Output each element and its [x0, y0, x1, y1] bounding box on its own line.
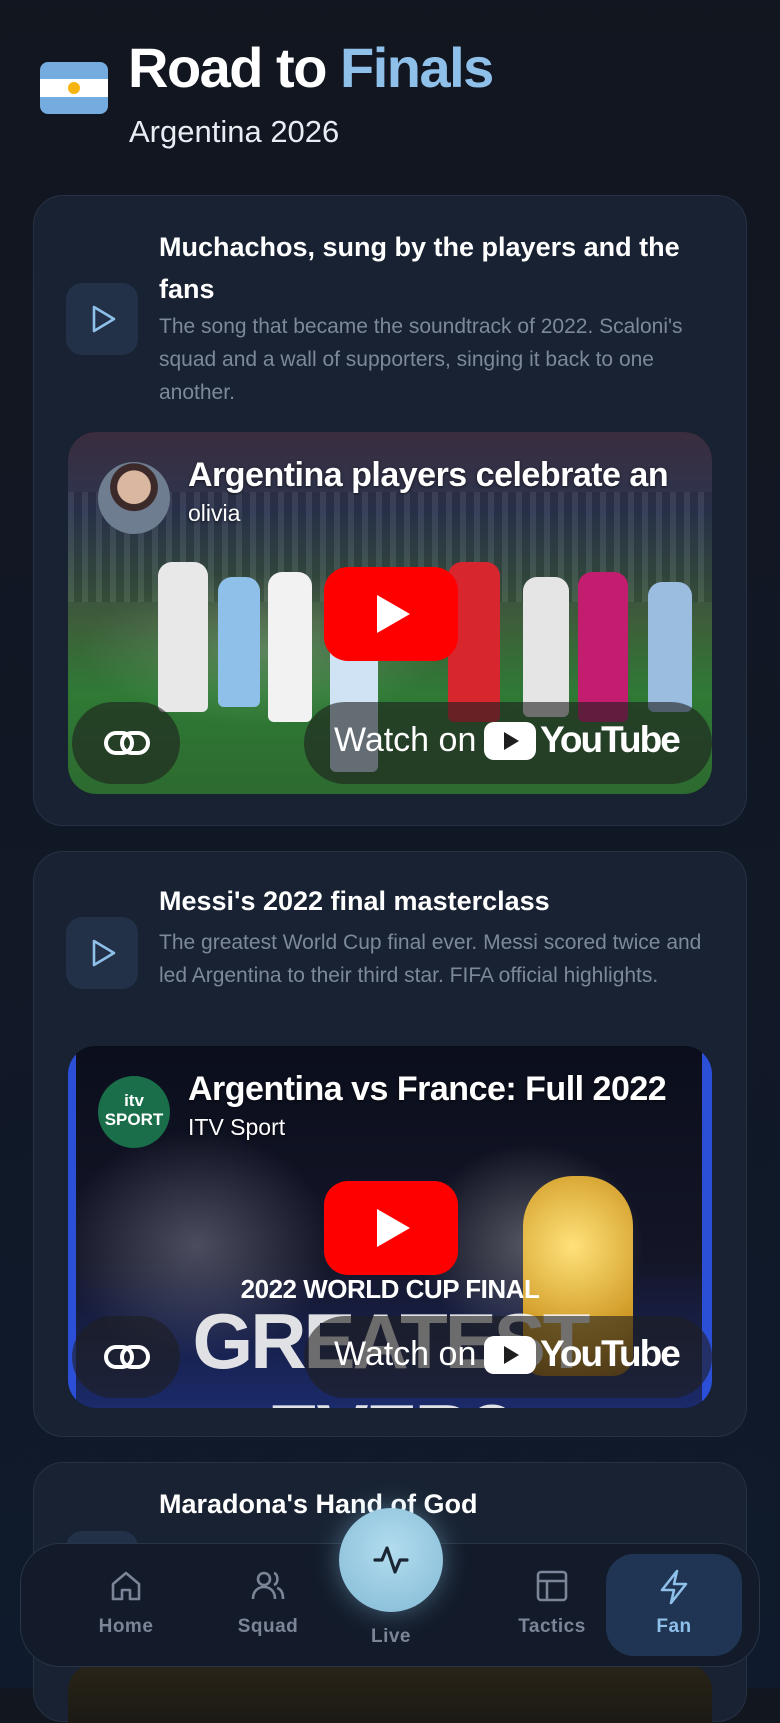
- watch-on-youtube-button[interactable]: Watch on YouTube: [304, 1316, 712, 1398]
- play-button[interactable]: [66, 283, 138, 355]
- layout-icon: [536, 1570, 568, 1602]
- nav-tactics-label: Tactics: [518, 1616, 586, 1637]
- video-channel[interactable]: ITV Sport: [188, 1114, 285, 1141]
- youtube-embed[interactable]: 2022 WORLD CUP FINAL GREATEST EVER? itv …: [68, 1046, 712, 1408]
- nav-live-label: Live: [370, 1626, 412, 1647]
- link-icon: [104, 1345, 150, 1369]
- watch-on-label: Watch on: [334, 721, 477, 759]
- bolt-icon: [660, 1569, 688, 1605]
- video-controls: Watch on YouTube: [68, 702, 712, 784]
- video-card: Muchachos, sung by the players and the f…: [33, 195, 747, 826]
- bottom-nav: Home Squad Live Tactics Fan: [20, 1508, 760, 1668]
- card-title: Maradona's Hand of God: [159, 1489, 478, 1519]
- page-title-part2: Finals: [339, 36, 494, 99]
- nav-home-label: Home: [98, 1616, 154, 1637]
- watch-on-youtube-button[interactable]: Watch on YouTube: [304, 702, 712, 784]
- youtube-logo-icon: [484, 722, 536, 760]
- play-icon: [92, 305, 116, 333]
- channel-logo-line1: itv: [124, 1091, 144, 1110]
- nav-tactics[interactable]: Tactics: [492, 1544, 612, 1668]
- page-title-part1: Road to: [128, 36, 327, 99]
- card-description: The song that became the soundtrack of 2…: [159, 315, 683, 404]
- page-title: Road to Finals: [128, 34, 494, 102]
- nav-fan[interactable]: Fan: [606, 1554, 742, 1656]
- copy-link-button[interactable]: [72, 1316, 180, 1398]
- youtube-play-icon[interactable]: [324, 1181, 458, 1275]
- youtube-wordmark: YouTube: [540, 719, 681, 760]
- card-title: Messi's 2022 final masterclass: [159, 886, 550, 916]
- nav-home[interactable]: Home: [66, 1544, 186, 1668]
- channel-avatar[interactable]: [98, 462, 170, 534]
- channel-logo-line2: SPORT: [104, 1110, 164, 1129]
- users-icon: [251, 1571, 285, 1600]
- channel-avatar[interactable]: itv SPORT: [98, 1076, 170, 1148]
- video-title[interactable]: Argentina vs France: Full 2022: [188, 1070, 704, 1109]
- youtube-embed[interactable]: Argentina players celebrate an olivia Wa…: [68, 432, 712, 794]
- video-controls: Watch on YouTube: [68, 1316, 712, 1398]
- video-card: Messi's 2022 final masterclass The great…: [33, 851, 747, 1437]
- argentina-flag-icon: [40, 62, 108, 114]
- youtube-play-icon[interactable]: [324, 567, 458, 661]
- card-description: The greatest World Cup final ever. Messi…: [159, 931, 702, 987]
- video-title[interactable]: Argentina players celebrate an: [188, 456, 704, 495]
- copy-link-button[interactable]: [72, 702, 180, 784]
- play-button[interactable]: [66, 917, 138, 989]
- watch-on-label: Watch on: [334, 1335, 477, 1373]
- video-thumbnail[interactable]: [68, 1663, 712, 1723]
- nav-fan-label: Fan: [656, 1616, 692, 1637]
- home-icon: [111, 1571, 141, 1601]
- video-channel[interactable]: olivia: [188, 500, 240, 527]
- youtube-wordmark: YouTube: [540, 1333, 681, 1374]
- nav-squad[interactable]: Squad: [208, 1544, 328, 1668]
- pulse-icon: [373, 1546, 409, 1574]
- youtube-logo-icon: [484, 1336, 536, 1374]
- card-title: Muchachos, sung by the players and the f…: [159, 232, 680, 304]
- page-header: Road to Finals Argentina 2026: [40, 34, 740, 164]
- play-icon: [92, 939, 116, 967]
- link-icon: [104, 731, 150, 755]
- nav-squad-label: Squad: [237, 1616, 299, 1637]
- page-subtitle: Argentina 2026: [129, 114, 340, 149]
- nav-live-button[interactable]: [339, 1508, 443, 1612]
